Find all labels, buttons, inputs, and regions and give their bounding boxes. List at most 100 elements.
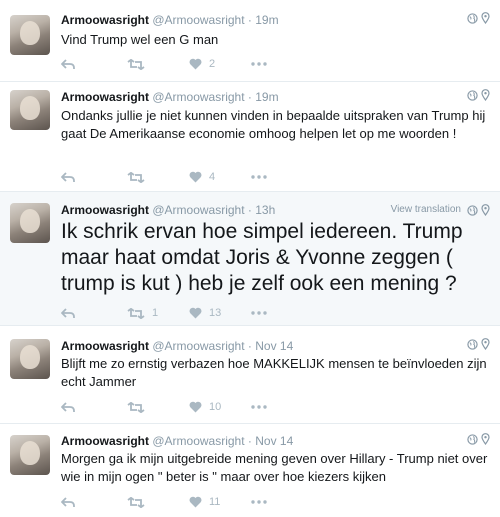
tweet-header: Armoowasright @Armoowasright · 13h View … [61,202,490,218]
tweet-2[interactable]: Armoowasright @Armoowasright · 19m Ondan… [0,82,500,192]
tweet-time[interactable]: · 13h [248,203,275,217]
tweet-4[interactable]: Armoowasright @Armoowasright · Nov 14 Bl… [0,326,500,424]
retweet-button[interactable] [127,401,189,413]
like-icon [189,401,202,413]
tweet-text: Ondanks jullie je niet kunnen vinden in … [61,108,486,141]
tweet-actions: 4 [61,169,281,185]
location-pin-icon [481,204,490,216]
author-name[interactable]: Armoowasright [61,434,149,448]
more-icon [251,311,267,315]
tweet-meta-icons [467,12,490,24]
retweet-icon [127,496,145,508]
like-button[interactable]: 4 [189,171,251,183]
globe-icon [467,12,478,24]
like-count: 13 [209,307,222,319]
location-pin-icon [481,89,490,101]
reply-icon [61,307,75,319]
like-icon [189,58,202,70]
avatar[interactable] [10,339,50,379]
tweet-meta-icons: View translation [391,202,490,218]
globe-icon [467,204,478,216]
globe-icon [467,338,478,350]
author-handle[interactable]: @Armoowasright [152,339,244,353]
reply-icon [61,401,75,413]
tweet-meta-icons [467,89,490,101]
retweet-button[interactable] [127,58,189,70]
tweet-actions: 10 [61,399,281,415]
retweet-button[interactable] [127,171,189,183]
tweet-actions: 11 [61,494,281,510]
more-button[interactable] [251,500,281,504]
retweet-button[interactable]: 1 [127,307,189,319]
tweet-time[interactable]: · Nov 14 [248,339,293,353]
reply-button[interactable] [61,171,127,183]
retweet-icon [127,58,145,70]
tweet-actions: 1 13 [61,305,281,321]
tweet-text: Vind Trump wel een G man [61,32,219,47]
tweet-time[interactable]: · Nov 14 [248,434,293,448]
tweet-actions: 2 [61,56,281,72]
globe-icon [467,433,478,445]
more-button[interactable] [251,311,281,315]
tweet-header: Armoowasright @Armoowasright · 19m [61,89,490,105]
tweet-header: Armoowasright @Armoowasright · 19m [61,12,490,28]
author-name[interactable]: Armoowasright [61,13,149,27]
more-button[interactable] [251,175,281,179]
author-handle[interactable]: @Armoowasright [152,203,244,217]
like-icon [189,307,202,319]
view-translation-link[interactable]: View translation [391,202,461,218]
location-pin-icon [481,433,490,445]
retweet-count: 1 [152,307,159,319]
retweet-icon [127,171,145,183]
globe-icon [467,89,478,101]
tweet-text: Morgen ga ik mijn uitgebreide mening gev… [61,451,488,484]
more-button[interactable] [251,62,281,66]
avatar[interactable] [10,90,50,130]
like-button[interactable]: 11 [189,496,251,508]
more-icon [251,62,267,66]
reply-button[interactable] [61,58,127,70]
author-name[interactable]: Armoowasright [61,339,149,353]
like-icon [189,171,202,183]
more-icon [251,405,267,409]
like-button[interactable]: 2 [189,58,251,70]
tweet-text: Ik schrik ervan hoe simpel iedereen. Tru… [61,220,463,295]
reply-button[interactable] [61,401,127,413]
tweet-time[interactable]: · 19m [248,90,279,104]
like-count: 11 [209,496,221,508]
tweet-1[interactable]: Armoowasright @Armoowasright · 19m Vind … [0,0,500,82]
author-handle[interactable]: @Armoowasright [152,434,244,448]
tweet-3[interactable]: Armoowasright @Armoowasright · 13h View … [0,192,500,326]
author-name[interactable]: Armoowasright [61,203,149,217]
avatar[interactable] [10,15,50,55]
author-name[interactable]: Armoowasright [61,90,149,104]
tweet-meta-icons [467,338,490,350]
tweet-time[interactable]: · 19m [248,13,279,27]
tweet-header: Armoowasright @Armoowasright · Nov 14 [61,433,490,449]
location-pin-icon [481,12,490,24]
reply-icon [61,58,75,70]
like-count: 2 [209,58,216,70]
avatar[interactable] [10,435,50,475]
author-handle[interactable]: @Armoowasright [152,90,244,104]
like-button[interactable]: 10 [189,401,251,413]
like-count: 10 [209,401,222,413]
more-button[interactable] [251,405,281,409]
reply-button[interactable] [61,496,127,508]
more-icon [251,175,267,179]
tweet-meta-icons [467,433,490,445]
reply-button[interactable] [61,307,127,319]
tweet-text: Blijft me zo ernstig verbazen hoe MAKKEL… [61,356,487,389]
author-handle[interactable]: @Armoowasright [152,13,244,27]
like-count: 4 [209,171,216,183]
location-pin-icon [481,338,490,350]
tweet-5[interactable]: Armoowasright @Armoowasright · Nov 14 Mo… [0,424,500,517]
reply-icon [61,496,75,508]
like-icon [189,496,202,508]
retweet-button[interactable] [127,496,189,508]
reply-icon [61,171,75,183]
avatar[interactable] [10,203,50,243]
tweet-header: Armoowasright @Armoowasright · Nov 14 [61,338,490,354]
retweet-icon [127,307,145,319]
like-button[interactable]: 13 [189,307,251,319]
